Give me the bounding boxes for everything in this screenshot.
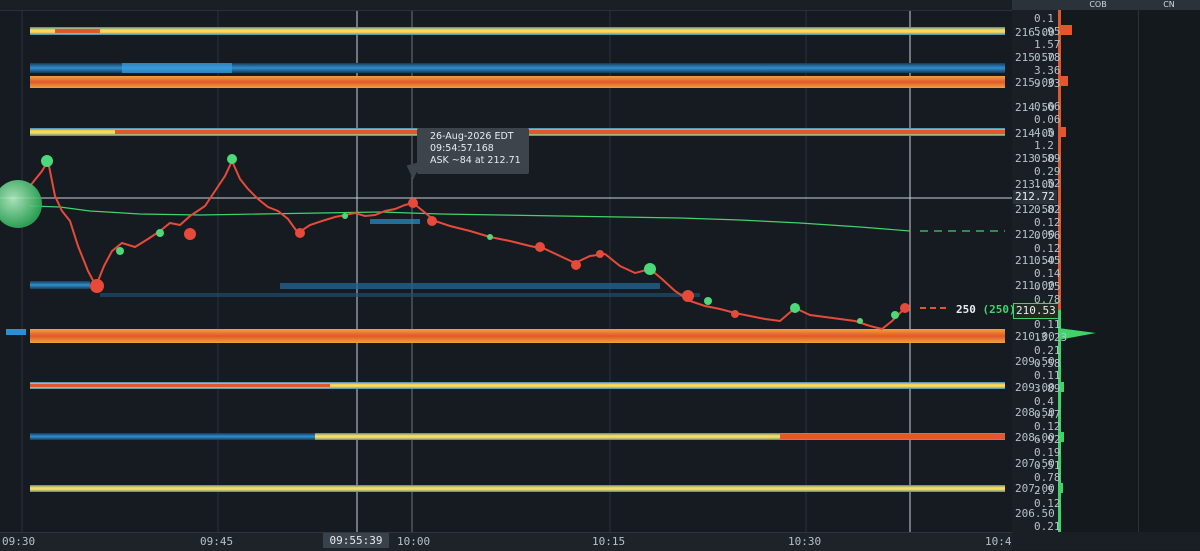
cob-value: 0.56	[1034, 229, 1061, 242]
cob-value: 0.11	[1034, 318, 1061, 331]
cob-value: 13.23	[1034, 331, 1068, 344]
cob-value: 0.78	[1034, 471, 1061, 484]
trade-bubbles	[0, 154, 910, 324]
cob-value: 3.36	[1034, 64, 1061, 77]
current-price-tag: 212.72	[1013, 190, 1057, 204]
price-trace	[29, 158, 906, 331]
cob-value: 0.12	[1034, 216, 1061, 229]
time-gridlines	[21, 11, 807, 533]
cob-value: 0.06	[1034, 113, 1061, 126]
time-tick: 10:45	[985, 535, 1011, 548]
cob-value: 0.82	[1034, 203, 1061, 216]
cob-value: 0.11	[1034, 369, 1061, 382]
cob-value: 2.5	[1034, 484, 1054, 497]
heatmap-chart[interactable]	[0, 10, 1012, 533]
cob-value: 0.12	[1034, 420, 1061, 433]
cob-value: 3.89	[1034, 382, 1061, 395]
cob-value: 4.5	[1034, 126, 1054, 139]
time-tick: 10:15	[592, 535, 626, 548]
cn-column	[1138, 10, 1200, 532]
cob-value: 0.21	[1034, 520, 1061, 533]
cob-value: 6.92	[1034, 433, 1061, 446]
cob-value: 0.12	[1034, 497, 1061, 510]
cob-value: 0.89	[1034, 152, 1061, 165]
time-axis[interactable]	[0, 532, 1012, 551]
vwap-line	[29, 205, 911, 232]
volume-value: 250	[956, 303, 976, 316]
volume-paren-value: (250)	[982, 303, 1016, 316]
tooltip-detail: ASK ~84 at 212.71	[430, 155, 521, 166]
cob-column-header[interactable]: COB	[1058, 0, 1138, 10]
time-tick: 09:45	[200, 535, 234, 548]
cob-bars	[1058, 10, 1096, 532]
cob-value: 0.45	[1034, 254, 1061, 267]
cob-value: 0.14	[1034, 267, 1061, 280]
tooltip-time: 09:54:57.168	[430, 143, 494, 154]
cob-value: 0.1	[1034, 12, 1054, 25]
cob-column	[1058, 10, 1138, 532]
liquidity-bands	[6, 27, 1005, 492]
trading-app: COB CN 216.00 215.50 215.00 214.50 214.0…	[0, 0, 1200, 551]
cob-value: 0.78	[1034, 51, 1061, 64]
tooltip-date: 26-Aug-2026 EDT	[430, 131, 514, 142]
cob-value: 0.25	[1034, 280, 1061, 293]
cob-value: 0.78	[1034, 293, 1061, 306]
cob-value: 1.52	[1034, 177, 1061, 190]
time-tick: 10:30	[788, 535, 822, 548]
cob-value: 0.19	[1034, 446, 1061, 459]
cob-value: 5.95	[1034, 25, 1061, 38]
cn-column-header[interactable]: CN	[1138, 0, 1200, 10]
cob-value: 0.21	[1034, 344, 1061, 357]
time-tick: 10:00	[397, 535, 431, 548]
volume-marker: 250 (250)	[956, 303, 1016, 316]
cob-value: 0.66	[1034, 100, 1061, 113]
time-tick: 09:30	[2, 535, 36, 548]
cob-value: 0.4	[1034, 395, 1054, 408]
heatmap-svg	[0, 11, 1012, 533]
cob-value: 1.2	[1034, 139, 1054, 152]
cob-value: 1.57	[1034, 38, 1061, 51]
cursor-time-label: 09:55:39	[323, 533, 389, 548]
cob-value: 9.33	[1034, 77, 1061, 90]
crosshair-tooltip: 26-Aug-2026 EDT 09:54:57.168 ASK ~84 at …	[417, 128, 529, 174]
